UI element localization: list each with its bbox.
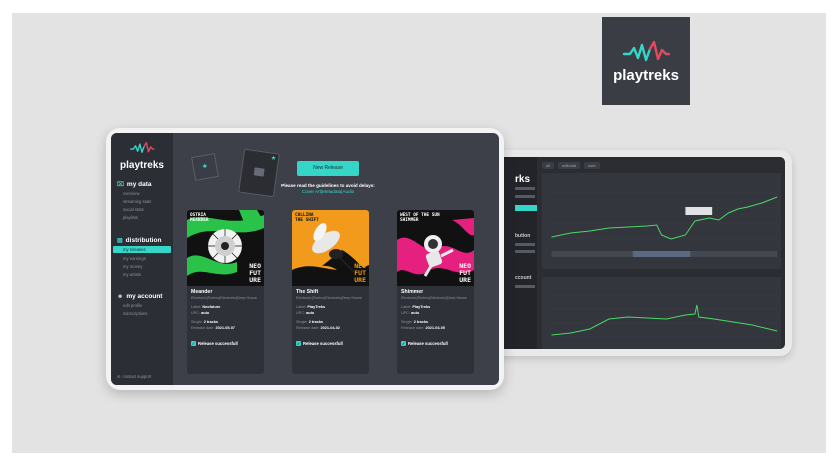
new-release-button[interactable]: New Release: [297, 161, 359, 176]
stats-sidebar-active[interactable]: [515, 205, 537, 211]
filter-chip[interactable]: user: [584, 161, 600, 169]
check-icon: ✓: [401, 341, 406, 347]
release-date: Release date: 2021-05-07: [191, 325, 235, 330]
cover-art: COLLINA THE SHIFT NEO FUT URE: [292, 210, 369, 286]
wave-logo-icon: [622, 40, 670, 61]
mail-icon: ✉: [117, 374, 121, 379]
sidebar-item-streaming-stats[interactable]: streaming stats: [123, 199, 151, 204]
check-icon: ✓: [191, 341, 196, 347]
cover-art-label: NEO FUT URE: [459, 262, 471, 284]
filter-bar: all editorial user: [542, 161, 600, 169]
release-date: Release date: 2021-03-05: [401, 325, 445, 330]
streams-chart-top: [542, 173, 781, 269]
cover-art-title: WEST OF THE SUN SHIMMER: [400, 213, 440, 223]
stats-sidebar-section: bution: [515, 233, 531, 239]
stats-screen: rks bution ccount all editorial user: [477, 157, 785, 349]
release-card[interactable]: OSTRIA MEANDER NEO FUT URE Meander Elect…: [187, 210, 264, 374]
line-chart: [551, 192, 778, 257]
sidebar-item-my-earnings[interactable]: my earnings: [123, 256, 146, 261]
release-card[interactable]: COLLINA THE SHIFT NEO FUT URE The Shift …: [292, 210, 369, 374]
sidebar-logo[interactable]: playtreks: [119, 141, 165, 171]
release-status: ✓ Release successfull: [296, 341, 343, 347]
section-distribution: ▤ distribution: [117, 237, 162, 244]
cover-art: WEST OF THE SUN SHIMMER NEO FUT URE: [397, 210, 474, 286]
contact-support-link[interactable]: ✉ contact support: [117, 374, 151, 379]
guideline-link-audio[interactable]: Audio: [342, 189, 354, 194]
star-icon: ★: [270, 155, 277, 163]
release-title: Shimmer: [401, 289, 424, 295]
section-my-data: ⌧ my data: [117, 181, 152, 188]
release-card[interactable]: WEST OF THE SUN SHIMMER NEO FUT URE Shim…: [397, 210, 474, 374]
release-genres: Electronic|Techno|Electronic|Deep House: [191, 296, 257, 300]
filter-chip[interactable]: all: [542, 161, 555, 169]
sidebar-item-overview[interactable]: overview: [123, 191, 140, 196]
cover-art-title: COLLINA THE SHIFT: [295, 213, 319, 223]
line-chart: [551, 294, 778, 338]
cover-art-label: NEO FUT URE: [354, 262, 366, 284]
app-screen: playtreks ⌧ my data overview streaming s…: [111, 133, 499, 385]
releases-tablet: playtreks ⌧ my data overview streaming s…: [106, 128, 504, 390]
stats-sidebar-section: ccount: [515, 275, 532, 281]
release-title: The Shift: [296, 289, 319, 295]
cover-art-title: OSTRIA MEANDER: [190, 213, 209, 223]
chart-icon: ⌧: [117, 182, 124, 188]
sidebar-item-my-money[interactable]: my money: [123, 264, 142, 269]
placeholder-card: ✦: [191, 153, 219, 181]
cover-art: OSTRIA MEANDER NEO FUT URE: [187, 210, 264, 286]
streams-chart-bottom: [542, 277, 781, 349]
brand-name: playtreks: [613, 66, 679, 84]
guideline-link-cover-art[interactable]: Cover Art: [302, 189, 321, 194]
check-icon: ✓: [296, 341, 301, 347]
sidebar-item-playlists[interactable]: playlists: [123, 215, 138, 220]
section-my-account: ☻ my account: [117, 293, 163, 300]
stats-sidebar-title: rks: [515, 174, 531, 185]
releases-main: ✦ ★ New Release Please read the guidelin…: [173, 133, 499, 385]
release-title: Meander: [191, 289, 213, 295]
release-status: ✓ Release successfull: [401, 341, 448, 347]
stack-icon: ▤: [117, 238, 123, 244]
sidebar: playtreks ⌧ my data overview streaming s…: [111, 133, 173, 385]
release-date: Release date: 2021-04-02: [296, 325, 340, 330]
filter-chip[interactable]: editorial: [558, 161, 581, 169]
sidebar-item-subscriptions[interactable]: subscriptions: [123, 311, 147, 316]
cover-art-label: NEO FUT URE: [249, 262, 261, 284]
sidebar-brand-name: playtreks: [120, 160, 164, 171]
stats-tablet: rks bution ccount all editorial user: [470, 150, 792, 356]
sidebar-item-edit-profile[interactable]: edit profile: [123, 303, 142, 308]
sidebar-item-social-stats[interactable]: social stats: [123, 207, 144, 212]
guidelines-notice: Please read the guidelines to avoid dela…: [281, 183, 375, 194]
sidebar-item-my-releases[interactable]: my releases: [113, 246, 171, 253]
release-genres: Electronic|Techno|Electronic|Deep House: [296, 296, 362, 300]
release-genres: Electronic|Techno|Electronic|Deep House: [401, 296, 467, 300]
brand-logo: playtreks: [602, 17, 690, 105]
guideline-link-metadata[interactable]: Metadata: [322, 189, 341, 194]
person-icon: ☻: [117, 293, 124, 300]
release-status: ✓ Release successfull: [191, 341, 238, 347]
stats-main: all editorial user: [539, 157, 785, 349]
image-icon: [253, 167, 265, 177]
wave-logo-icon: [130, 141, 155, 154]
sidebar-item-my-artists[interactable]: my artists: [123, 272, 141, 277]
sparkle-icon: ✦: [200, 161, 209, 172]
